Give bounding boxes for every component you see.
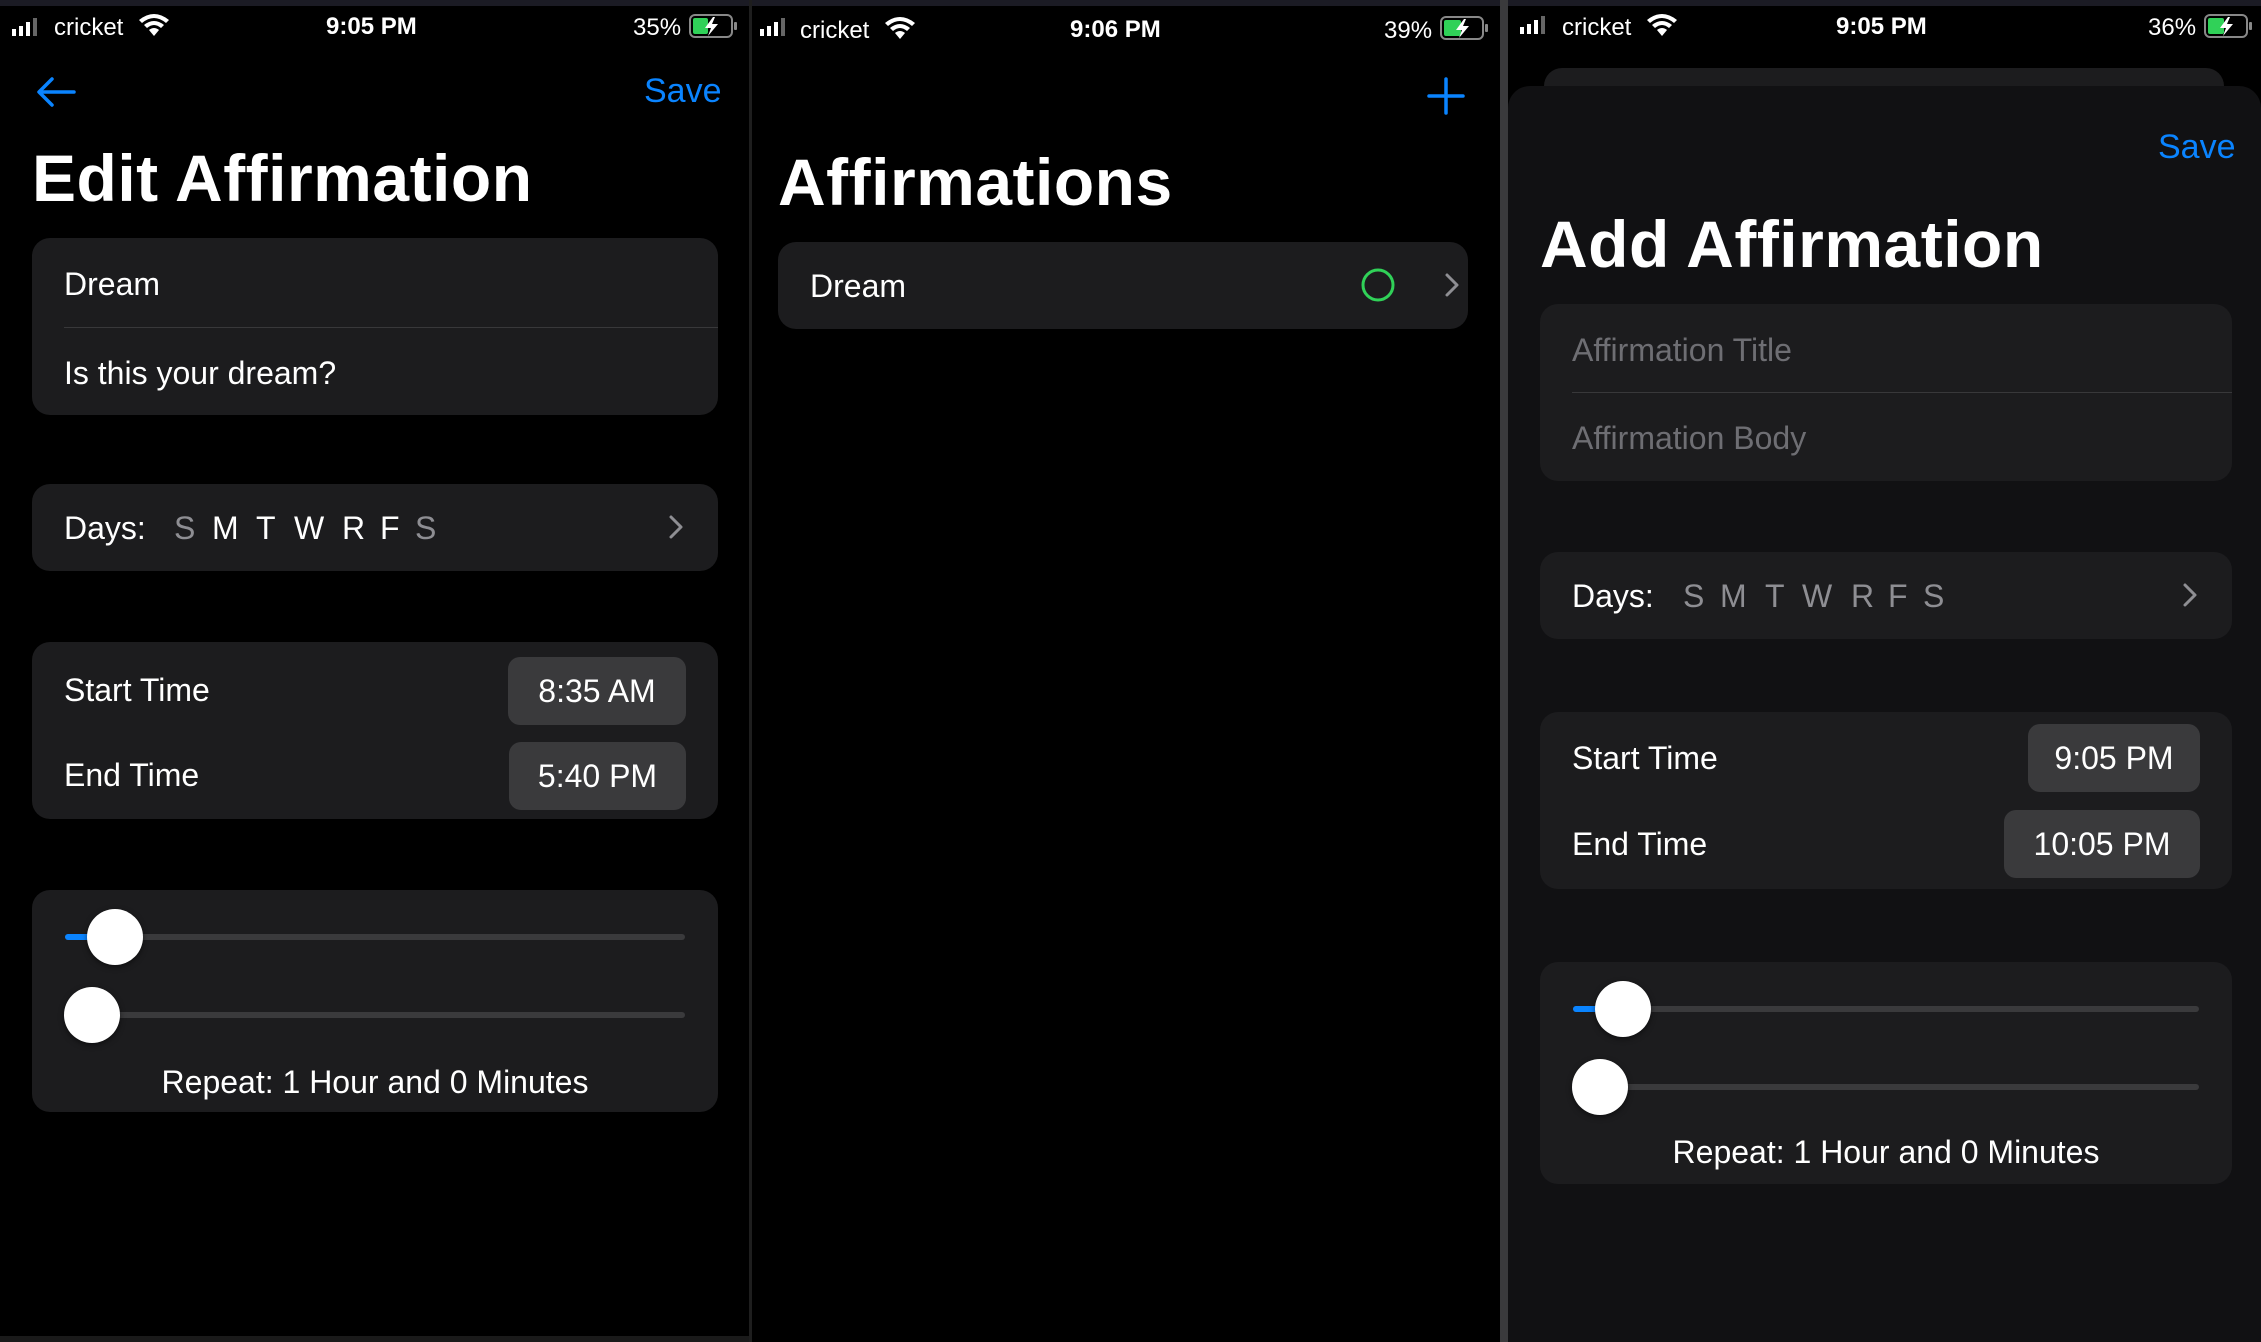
signal-icon [12, 18, 37, 36]
affirmation-text-card: Affirmation Title Affirmation Body [1540, 304, 2232, 481]
wifi-icon [885, 17, 915, 39]
repeat-card: Repeat: 1 Hour and 0 Minutes [1540, 962, 2232, 1184]
days-label: Days: [1572, 578, 1654, 614]
day-friday: F [380, 510, 400, 546]
day-sunday: S [174, 510, 196, 546]
days-row[interactable]: Days: S M T W R F S [32, 484, 718, 571]
affirmation-title-input[interactable]: Affirmation Title [1572, 332, 1792, 369]
repeat-label: Repeat: 1 Hour and 0 Minutes [1672, 1134, 2100, 1170]
chevron-right-icon [2183, 583, 2197, 607]
battery-percent: 39% [1384, 17, 1433, 44]
status-bar: cricket 9:06 PM 39% [752, 6, 1500, 50]
repeat-card: Repeat: 1 Hour and 0 Minutes [32, 890, 718, 1112]
signal-icon [1520, 16, 1545, 34]
battery-percent: 35% [633, 14, 682, 41]
bottom-edge [0, 1336, 749, 1342]
day-tuesday: T [1765, 578, 1785, 614]
list-item[interactable]: Dream [778, 242, 1468, 329]
carrier-label: cricket [54, 14, 124, 41]
field-divider [64, 327, 718, 328]
battery-charging-icon [689, 14, 737, 38]
carrier-label: cricket [1562, 14, 1632, 41]
days-label: Days: [64, 510, 146, 546]
start-time-label: Start Time [1572, 740, 1718, 776]
minutes-slider-track[interactable] [1573, 1084, 2199, 1090]
time-card: Start Time 8:35 AM End Time 5:40 PM [32, 642, 718, 819]
chevron-right-icon [669, 515, 683, 539]
status-time: 9:05 PM [1836, 13, 1927, 40]
minutes-slider-thumb[interactable] [1572, 1059, 1628, 1115]
day-wednesday: W [1802, 578, 1833, 614]
battery-percent: 36% [2148, 14, 2197, 41]
end-time-picker[interactable]: 5:40 PM [509, 742, 686, 810]
day-friday: F [1888, 578, 1908, 614]
signal-icon [760, 18, 785, 36]
start-time-picker[interactable]: 9:05 PM [2028, 724, 2200, 792]
end-time-label: End Time [64, 757, 200, 793]
carrier-label: cricket [800, 17, 870, 44]
status-time: 9:05 PM [326, 13, 417, 40]
status-bar: cricket 9:05 PM 35% [0, 6, 749, 50]
hours-slider-thumb[interactable] [1595, 981, 1651, 1037]
time-card: Start Time 9:05 PM End Time 10:05 PM [1540, 712, 2232, 889]
day-saturday: S [415, 510, 437, 546]
day-thursday: R [342, 510, 366, 546]
edit-affirmation-screen: cricket 9:05 PM 35% Save Edit Affirmatio… [0, 6, 749, 1342]
day-saturday: S [1923, 578, 1945, 614]
wifi-icon [1647, 14, 1677, 36]
save-button[interactable]: Save [644, 72, 722, 111]
affirmations-list-screen: cricket 9:06 PM 39% Affirmations Dream [752, 6, 1500, 1342]
list-item-label: Dream [810, 268, 907, 304]
day-monday: M [212, 510, 239, 546]
start-time-picker[interactable]: 8:35 AM [508, 657, 686, 725]
field-divider [1572, 392, 2232, 393]
start-time-label: Start Time [64, 672, 210, 708]
wifi-icon [139, 14, 169, 36]
affirmation-body-input[interactable]: Affirmation Body [1572, 420, 1806, 457]
hours-slider-track[interactable] [65, 934, 685, 940]
page-title: Add Affirmation [1540, 207, 2044, 281]
minutes-slider-track[interactable] [65, 1012, 685, 1018]
affirmation-title-field[interactable]: Dream [64, 266, 160, 303]
plus-icon[interactable] [1426, 76, 1466, 116]
minutes-slider-thumb[interactable] [64, 987, 120, 1043]
days-row[interactable]: Days: S M T W R F S [1540, 552, 2232, 639]
add-affirmation-sheet: Save Add Affirmation Affirmation Title A… [1508, 86, 2261, 1342]
page-title: Edit Affirmation [32, 141, 533, 215]
affirmation-text-card: Dream Is this your dream? [32, 238, 718, 415]
day-monday: M [1720, 578, 1747, 614]
day-tuesday: T [256, 510, 276, 546]
day-sunday: S [1683, 578, 1705, 614]
arrow-left-icon[interactable] [34, 74, 78, 110]
circle-icon [1361, 268, 1395, 302]
day-thursday: R [1851, 578, 1875, 614]
panel-separator [1500, 0, 1508, 1342]
hours-slider-thumb[interactable] [87, 909, 143, 965]
status-bar: cricket 9:05 PM 36% [1508, 6, 2261, 50]
page-title: Affirmations [778, 145, 1173, 219]
end-time-label: End Time [1572, 826, 1708, 862]
repeat-label: Repeat: 1 Hour and 0 Minutes [161, 1064, 589, 1100]
day-wednesday: W [294, 510, 325, 546]
add-affirmation-screen: cricket 9:05 PM 36% Save Add Affirmation… [1508, 6, 2261, 1342]
end-time-picker[interactable]: 10:05 PM [2004, 810, 2200, 878]
battery-charging-icon [1440, 16, 1488, 40]
status-time: 9:06 PM [1070, 16, 1161, 43]
chevron-right-icon [1445, 273, 1459, 297]
battery-charging-icon [2204, 14, 2252, 38]
affirmation-body-field[interactable]: Is this your dream? [64, 355, 336, 392]
hours-slider-track[interactable] [1573, 1006, 2199, 1012]
save-button[interactable]: Save [2158, 128, 2236, 167]
